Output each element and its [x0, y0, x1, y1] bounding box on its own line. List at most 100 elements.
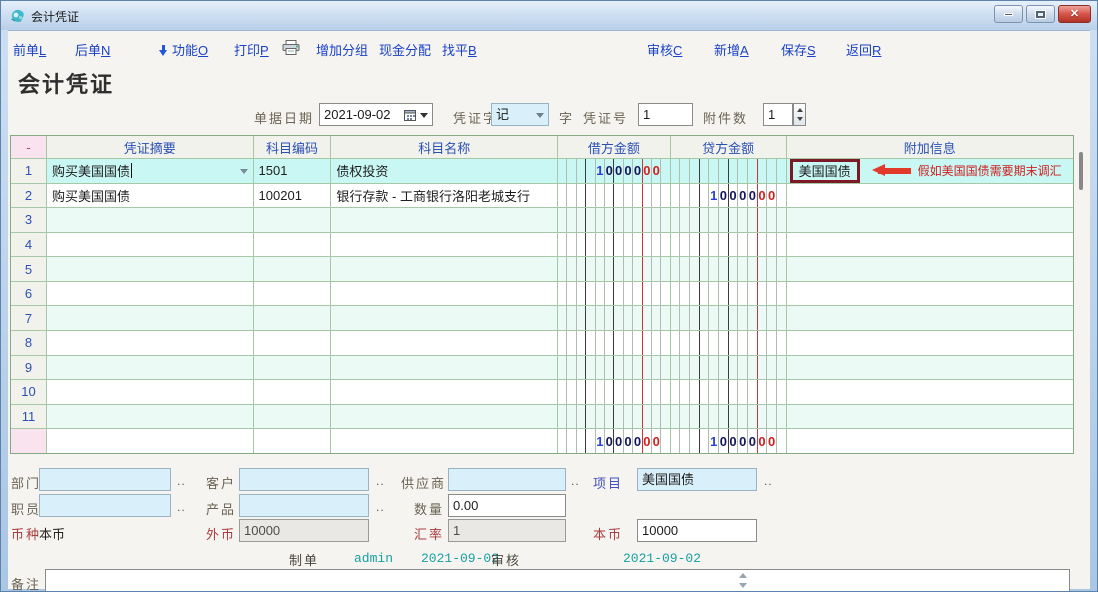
amount-digit-grid[interactable]: 1000000 [558, 159, 670, 183]
summary-cell[interactable] [47, 380, 254, 404]
account-name-cell[interactable] [331, 380, 558, 404]
credit-amount-cell[interactable] [671, 208, 787, 232]
summary-cell[interactable] [47, 331, 254, 355]
credit-amount-cell[interactable] [671, 306, 787, 330]
account-code-cell[interactable]: 100201 [254, 184, 332, 208]
word-dropdown-icon[interactable] [536, 113, 544, 118]
amount-digit-grid[interactable] [558, 208, 670, 232]
project-input[interactable]: 美国国债 [637, 468, 757, 491]
account-name-cell[interactable]: 债权投资 [331, 159, 558, 183]
toolbar-left-5[interactable]: 增加分组 [316, 40, 368, 59]
restore-button[interactable] [1026, 5, 1055, 23]
product-lookup-button[interactable]: .. [376, 500, 385, 514]
toolbar-left-7[interactable]: 找平B [442, 40, 477, 59]
credit-amount-cell[interactable] [671, 257, 787, 281]
credit-amount-cell[interactable]: 1000000 [671, 184, 787, 208]
toolbar-left-0[interactable]: 前单L [13, 40, 46, 59]
doc-date-input[interactable]: 2021-09-02 [319, 103, 433, 126]
toolbar-left-3[interactable]: 打印P [234, 40, 269, 59]
attachment-spinner[interactable] [793, 103, 806, 126]
account-code-cell[interactable] [254, 356, 332, 380]
extra-info-cell[interactable] [787, 331, 1073, 355]
amount-digit-grid[interactable] [671, 233, 786, 257]
account-code-cell[interactable] [254, 282, 332, 306]
credit-amount-cell[interactable] [671, 380, 787, 404]
local-input[interactable]: 10000 [637, 519, 757, 542]
toolbar-left-1[interactable]: 后单N [75, 40, 110, 59]
amount-digit-grid[interactable] [671, 159, 786, 183]
dept-lookup-button[interactable]: .. [177, 474, 186, 488]
summary-cell[interactable] [47, 208, 254, 232]
amount-digit-grid[interactable] [671, 380, 786, 404]
summary-cell[interactable]: 购买美国国债 [47, 184, 254, 208]
account-code-cell[interactable] [254, 208, 332, 232]
debit-amount-cell[interactable] [558, 331, 671, 355]
close-button[interactable]: ✕ [1058, 5, 1091, 23]
note-input[interactable] [45, 569, 1070, 592]
amount-digit-grid[interactable] [671, 405, 786, 429]
debit-amount-cell[interactable] [558, 306, 671, 330]
extra-info-cell[interactable]: 美国国债假如美国国债需要期末调汇 [787, 159, 1073, 183]
toolbar-right-3[interactable]: 返回R [846, 40, 881, 59]
credit-amount-cell[interactable] [671, 159, 787, 183]
account-code-cell[interactable] [254, 257, 332, 281]
account-code-cell[interactable] [254, 331, 332, 355]
product-input[interactable] [239, 494, 369, 517]
amount-digit-grid[interactable] [558, 405, 670, 429]
debit-amount-cell[interactable] [558, 380, 671, 404]
project-lookup-button[interactable]: .. [764, 474, 773, 488]
amount-digit-grid[interactable] [671, 208, 786, 232]
extra-info-cell[interactable] [787, 380, 1073, 404]
supplier-input[interactable] [448, 468, 566, 491]
account-code-cell[interactable] [254, 306, 332, 330]
amount-digit-grid[interactable] [558, 306, 670, 330]
summary-cell[interactable]: 购买美国国债 [47, 159, 254, 183]
amount-digit-grid[interactable] [558, 282, 670, 306]
credit-amount-cell[interactable] [671, 282, 787, 306]
debit-amount-cell[interactable] [558, 356, 671, 380]
amount-digit-grid[interactable] [671, 257, 786, 281]
customer-lookup-button[interactable]: .. [376, 474, 385, 488]
note-spinner[interactable] [738, 572, 749, 589]
credit-amount-cell[interactable] [671, 233, 787, 257]
debit-amount-cell[interactable] [558, 257, 671, 281]
staff-input[interactable] [39, 494, 171, 517]
credit-amount-cell[interactable] [671, 331, 787, 355]
summary-cell[interactable] [47, 282, 254, 306]
extra-info-cell[interactable] [787, 356, 1073, 380]
customer-input[interactable] [239, 468, 369, 491]
supplier-lookup-button[interactable]: .. [571, 474, 580, 488]
credit-amount-cell[interactable] [671, 405, 787, 429]
debit-amount-cell[interactable] [558, 208, 671, 232]
debit-amount-cell[interactable] [558, 184, 671, 208]
summary-cell[interactable] [47, 356, 254, 380]
summary-dropdown-icon[interactable] [240, 169, 248, 174]
vertical-scrollbar-thumb[interactable] [1079, 152, 1083, 190]
debit-amount-cell[interactable] [558, 282, 671, 306]
amount-digit-grid[interactable] [671, 356, 786, 380]
extra-info-cell[interactable] [787, 306, 1073, 330]
account-name-cell[interactable] [331, 282, 558, 306]
toolbar-right-1[interactable]: 新增A [714, 40, 749, 59]
toolbar-right-0[interactable]: 审核C [647, 40, 682, 59]
rate-input[interactable]: 1 [448, 519, 566, 542]
toolbar-right-2[interactable]: 保存S [781, 40, 816, 59]
quantity-input[interactable]: 0.00 [448, 494, 566, 517]
account-code-cell[interactable] [254, 233, 332, 257]
foreign-input[interactable]: 10000 [239, 519, 369, 542]
amount-digit-grid[interactable] [671, 306, 786, 330]
summary-cell[interactable] [47, 405, 254, 429]
toolbar-left-2[interactable]: 功能O [159, 40, 208, 59]
amount-digit-grid[interactable] [558, 257, 670, 281]
extra-info-cell[interactable] [787, 257, 1073, 281]
account-name-cell[interactable] [331, 306, 558, 330]
account-name-cell[interactable] [331, 257, 558, 281]
account-code-cell[interactable]: 1501 [254, 159, 332, 183]
extra-info-cell[interactable] [787, 405, 1073, 429]
date-dropdown-icon[interactable] [420, 113, 428, 118]
summary-cell[interactable] [47, 233, 254, 257]
voucher-no-input[interactable]: 1 [638, 103, 693, 126]
account-name-cell[interactable] [331, 405, 558, 429]
account-code-cell[interactable] [254, 380, 332, 404]
amount-digit-grid[interactable] [558, 233, 670, 257]
